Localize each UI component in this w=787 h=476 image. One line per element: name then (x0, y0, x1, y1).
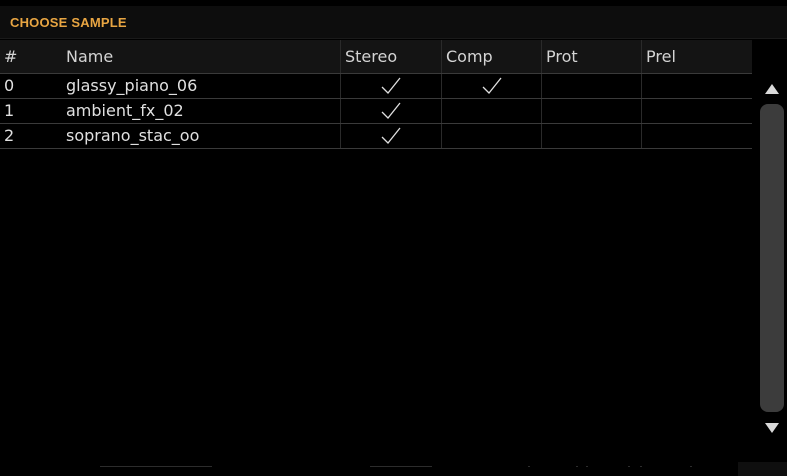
row-prel-cell (641, 99, 752, 123)
footer-divider (370, 466, 432, 467)
column-header-stereo[interactable]: Stereo (340, 40, 441, 73)
table-row[interactable]: 0 glassy_piano_06 (0, 74, 752, 99)
row-prel-cell (641, 124, 752, 148)
checkmark-icon (482, 77, 502, 94)
checkmark-icon (381, 102, 401, 119)
footer-tick (628, 466, 630, 467)
footer-tick (586, 466, 588, 467)
column-header-index[interactable]: # (0, 40, 62, 73)
row-stereo-cell (340, 74, 441, 98)
row-index: 1 (4, 101, 15, 120)
row-prot-cell (541, 74, 641, 98)
footer-tick (528, 466, 530, 467)
footer-corner (738, 462, 787, 476)
checkmark-icon (381, 77, 401, 94)
row-comp-cell (441, 74, 541, 98)
table-row[interactable]: 1 ambient_fx_02 (0, 99, 752, 124)
table-row[interactable]: 2 soprano_stac_oo (0, 124, 752, 149)
scroll-down-icon[interactable] (762, 418, 782, 438)
choose-sample-dialog: CHOOSE SAMPLE # Name Stereo Comp Prot Pr… (0, 0, 787, 476)
footer-tick (576, 466, 578, 467)
column-header-prot[interactable]: Prot (541, 40, 641, 73)
row-comp-cell (441, 99, 541, 123)
scroll-up-icon[interactable] (762, 79, 782, 99)
row-prot-cell (541, 99, 641, 123)
footer-tick (690, 466, 692, 467)
row-sample-name: glassy_piano_06 (66, 76, 198, 95)
row-comp-cell (441, 124, 541, 148)
row-stereo-cell (340, 124, 441, 148)
footer-divider (100, 466, 212, 467)
row-index: 0 (4, 76, 15, 95)
checkmark-icon (381, 127, 401, 144)
column-header-comp[interactable]: Comp (441, 40, 541, 73)
column-header-name[interactable]: Name (62, 40, 340, 73)
row-sample-name: ambient_fx_02 (66, 101, 184, 120)
row-index: 2 (4, 126, 15, 145)
row-prel-cell (641, 74, 752, 98)
column-header-prel[interactable]: Prel (641, 40, 752, 73)
row-stereo-cell (340, 99, 441, 123)
row-sample-name: soprano_stac_oo (66, 126, 200, 145)
scrollbar-track[interactable] (760, 104, 784, 412)
table-header: # Name Stereo Comp Prot Prel (0, 40, 752, 74)
footer-tick (640, 466, 642, 467)
dialog-title: CHOOSE SAMPLE (10, 15, 127, 30)
row-prot-cell (541, 124, 641, 148)
dialog-title-bar: CHOOSE SAMPLE (0, 6, 787, 39)
